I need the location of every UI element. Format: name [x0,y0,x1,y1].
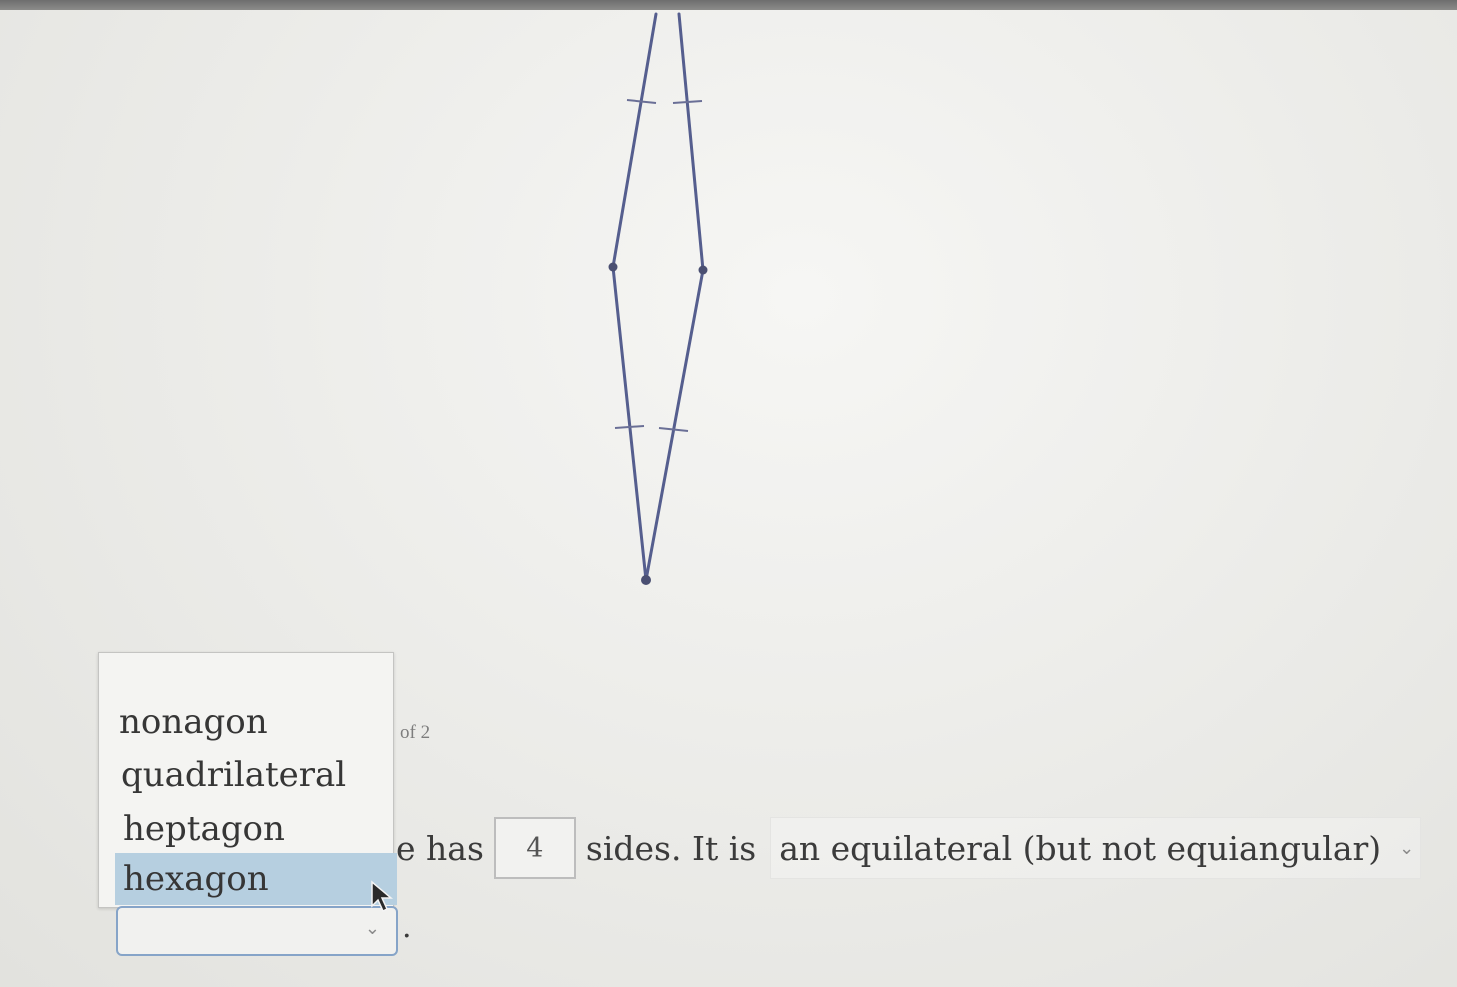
mouse-pointer-icon [371,880,394,913]
figure-edge-bottom-right [644,268,705,582]
chevron-down-icon: ⌄ [1399,837,1415,859]
dropdown-option-heptagon[interactable]: heptagon [115,803,397,855]
vertex-right [698,265,708,275]
tick-mark-bottom-left [614,425,645,429]
sentence-text-before: e has [396,828,484,868]
vertex-bottom [641,575,651,585]
dropdown-option-quadrilateral[interactable]: quadrilateral [113,749,395,801]
polygon-name-dropdown-menu: nonagon quadrilateral heptagon hexagon [98,652,397,908]
sides-count-input[interactable]: 4 [493,817,576,879]
polygon-type-select[interactable]: an equilateral (but not equiangular) ⌄ [770,817,1422,879]
figure-edge-bottom-left [611,265,648,582]
question-sentence: e has 4 sides. It is an equilateral (but… [396,814,1422,882]
figure-edge-top-right [677,12,705,272]
polygon-name-select[interactable]: ⌄ [116,906,398,956]
chevron-down-icon: ⌄ [364,918,380,939]
polygon-type-select-value: an equilateral (but not equiangular) [779,828,1382,868]
sentence-text-middle: sides. It is [585,828,757,868]
dropdown-option-nonagon[interactable]: nonagon [111,696,393,748]
sentence-end-period: . [402,910,412,945]
page-indicator: of 2 [400,722,431,743]
vertex-left [608,262,618,272]
figure-edge-top-left [611,12,658,269]
dropdown-option-hexagon[interactable]: hexagon [115,853,397,905]
tick-mark-top-right [672,100,703,104]
